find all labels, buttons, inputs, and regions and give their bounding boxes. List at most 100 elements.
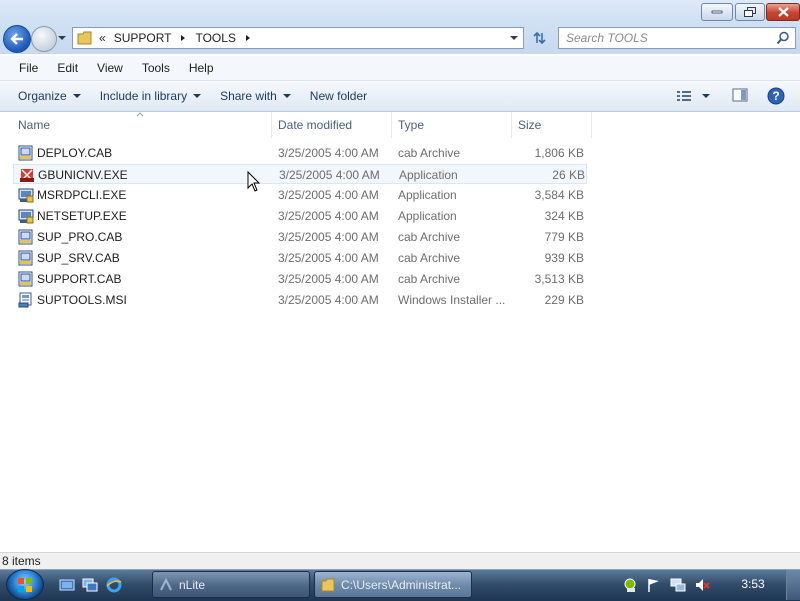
search-input[interactable]: Search TOOLS [559, 31, 776, 45]
file-type: Application [398, 188, 457, 202]
file-date: 3/25/2005 4:00 AM [278, 293, 379, 307]
internet-explorer-icon[interactable] [106, 577, 122, 593]
minimize-button[interactable] [701, 3, 733, 21]
volume-muted-icon[interactable] [694, 577, 710, 593]
breadcrumb-support[interactable]: SUPPORT [114, 31, 172, 45]
file-date: 3/25/2005 4:00 AM [278, 146, 379, 160]
file-row[interactable]: SUPTOOLS.MSI 3/25/2005 4:00 AM Windows I… [13, 290, 587, 310]
windows-logo-icon [18, 577, 32, 592]
dropdown-caret-icon [72, 94, 81, 98]
organize-label: Organize [18, 89, 67, 103]
details-view-icon [677, 91, 691, 101]
address-overflow[interactable]: « [99, 31, 106, 45]
file-size: 779 KB [544, 230, 584, 244]
include-in-library-button[interactable]: Include in library [91, 89, 210, 103]
file-row[interactable]: NETSETUP.EXE 3/25/2005 4:00 AM Applicati… [13, 206, 587, 226]
help-icon: ? [767, 87, 785, 105]
column-headers: Name Date modified Type Size [0, 112, 800, 138]
back-button[interactable] [3, 25, 31, 53]
cab-file-icon [18, 145, 33, 161]
chevron-right-icon[interactable] [244, 34, 252, 42]
file-type: Application [398, 209, 457, 223]
taskbar-button-explorer[interactable]: C:\Users\Administrat... [314, 571, 472, 598]
file-date: 3/25/2005 4:00 AM [278, 230, 379, 244]
file-date: 3/25/2005 4:00 AM [278, 272, 379, 286]
setup-exe-icon [18, 209, 34, 224]
share-with-button[interactable]: Share with [211, 89, 300, 103]
recent-pages-dropdown[interactable] [57, 33, 67, 43]
folder-icon [321, 578, 335, 591]
clock[interactable]: 3:53 [731, 569, 775, 600]
file-date: 3/25/2005 4:00 AM [278, 188, 379, 202]
preview-pane-icon [732, 88, 748, 102]
restore-icon [743, 6, 756, 17]
share-label: Share with [220, 89, 277, 103]
chevron-right-icon[interactable] [179, 34, 187, 42]
column-type[interactable]: Type [392, 112, 512, 138]
file-row[interactable]: SUP_PRO.CAB 3/25/2005 4:00 AM cab Archiv… [13, 227, 587, 247]
sort-ascending-icon [136, 112, 144, 117]
folder-icon [77, 31, 92, 45]
dropdown-caret-icon [193, 94, 202, 98]
network-tray-icon[interactable] [622, 577, 638, 593]
cab-file-icon [18, 229, 33, 245]
maximize-button[interactable] [735, 3, 765, 21]
organize-button[interactable]: Organize [9, 89, 90, 103]
address-bar[interactable]: « SUPPORT TOOLS [72, 27, 524, 49]
file-row[interactable]: GBUNICNV.EXE 3/25/2005 4:00 AM Applicati… [13, 164, 587, 184]
action-center-flag-icon[interactable] [646, 577, 662, 593]
dropdown-caret-icon [282, 94, 291, 98]
menu-help[interactable]: Help [182, 61, 221, 75]
file-size: 3,513 KB [534, 272, 584, 286]
taskbar-button-nlite[interactable]: nLite [152, 571, 310, 598]
column-size[interactable]: Size [512, 112, 592, 138]
start-button[interactable] [6, 569, 44, 600]
taskbar-label: nLite [179, 577, 206, 592]
menu-view[interactable]: View [90, 61, 130, 75]
help-button[interactable]: ? [767, 87, 785, 105]
breadcrumb-tools[interactable]: TOOLS [195, 31, 235, 45]
menu-file[interactable]: File [12, 61, 45, 75]
change-view-button[interactable] [676, 88, 716, 104]
svg-text:?: ? [772, 89, 779, 103]
taskbar-label: C:\Users\Administrat... [341, 577, 462, 592]
menu-tools[interactable]: Tools [135, 61, 177, 75]
search-box[interactable]: Search TOOLS [558, 27, 796, 49]
file-row[interactable]: SUPPORT.CAB 3/25/2005 4:00 AM cab Archiv… [13, 269, 587, 289]
refresh-button[interactable] [527, 27, 551, 49]
item-count: 8 items [2, 554, 41, 568]
close-icon [777, 7, 789, 17]
refresh-icon [533, 31, 546, 45]
file-row[interactable]: MSRDPCLI.EXE 3/25/2005 4:00 AM Applicati… [13, 185, 587, 205]
dropdown-caret-icon [702, 94, 710, 98]
preview-pane-button[interactable] [732, 88, 750, 104]
new-folder-button[interactable]: New folder [301, 89, 376, 103]
file-size: 939 KB [544, 251, 584, 265]
file-row[interactable]: DEPLOY.CAB 3/25/2005 4:00 AM cab Archive… [13, 143, 587, 163]
show-desktop-button[interactable] [786, 570, 800, 600]
file-size: 229 KB [544, 293, 584, 307]
menu-edit[interactable]: Edit [50, 61, 85, 75]
network-computer-icon[interactable] [670, 577, 686, 593]
status-bar: 8 items [0, 552, 800, 569]
column-date-modified[interactable]: Date modified [272, 112, 392, 138]
show-desktop-quicklaunch-icon[interactable] [59, 577, 75, 593]
file-name: MSRDPCLI.EXE [37, 188, 127, 202]
title-bar[interactable] [0, 0, 800, 24]
cab-file-icon [18, 271, 33, 287]
close-button[interactable] [766, 3, 800, 21]
file-row[interactable]: SUP_SRV.CAB 3/25/2005 4:00 AM cab Archiv… [13, 248, 587, 268]
file-name: SUPTOOLS.MSI [37, 293, 127, 307]
forward-button[interactable] [31, 26, 57, 52]
mouse-cursor-icon [247, 171, 261, 192]
address-history-dropdown-icon[interactable] [509, 34, 519, 42]
file-name: GBUNICNV.EXE [38, 168, 128, 182]
setup-exe-icon [18, 188, 34, 203]
back-arrow-icon [10, 33, 23, 45]
file-type: cab Archive [398, 146, 461, 160]
nlite-app-icon [160, 577, 172, 590]
switch-windows-icon[interactable] [82, 577, 98, 593]
search-icon[interactable] [776, 31, 790, 45]
file-size: 324 KB [544, 209, 584, 223]
cab-file-icon [18, 250, 33, 266]
